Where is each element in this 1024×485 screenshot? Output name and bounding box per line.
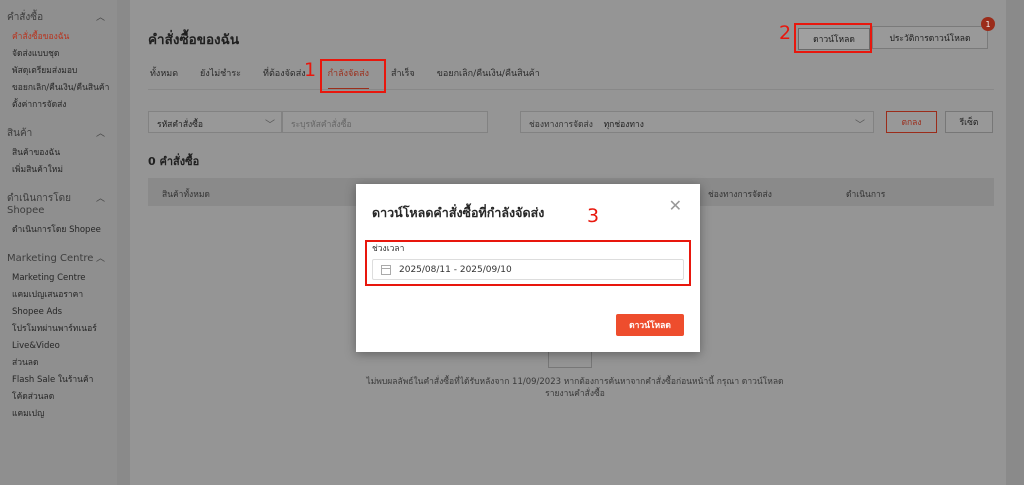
tabs-divider xyxy=(148,89,994,90)
sidebar-section-marketing: Marketing Centre ︿ Marketing Centre แคมเป… xyxy=(0,253,117,423)
annotation-number-2: 2 xyxy=(779,22,792,44)
sidebar-item-partner-promo[interactable]: โปรโมทผ่านพาร์ทเนอร์ xyxy=(0,321,117,338)
sidebar-section-products: สินค้า ︿ สินค้าของฉัน เพิ่มสินค้าใหม่ xyxy=(0,128,117,179)
sidebar-section-header[interactable]: สินค้า ︿ xyxy=(0,128,117,140)
sidebar-section-title: Marketing Centre xyxy=(7,253,94,264)
order-id-select[interactable]: รหัสคำสั่งซื้อ ﹀ xyxy=(148,111,282,133)
sidebar-item-my-orders[interactable]: คำสั่งซื้อของฉัน xyxy=(0,29,117,46)
sidebar-item-live-video[interactable]: Live&Video xyxy=(0,338,117,355)
sidebar-item-shipping-settings[interactable]: ตั้งค่าการจัดส่ง xyxy=(0,97,117,114)
order-id-select-label: รหัสคำสั่งซื้อ xyxy=(157,120,204,130)
sidebar-item-add-product[interactable]: เพิ่มสินค้าใหม่ xyxy=(0,162,117,179)
annotation-box-2 xyxy=(794,23,872,53)
shipping-channel-select[interactable]: ช่องทางการจัดส่ง ทุกช่องทาง ﹀ xyxy=(520,111,874,133)
tab-returns[interactable]: ขอยกเลิก/คืนเงิน/คืนสินค้า xyxy=(437,66,540,90)
sidebar: คำสั่งซื้อ ︿ คำสั่งซื้อของฉัน จัดส่งแบบชุ… xyxy=(0,0,117,485)
sidebar-item-discount[interactable]: ส่วนลด xyxy=(0,355,117,372)
order-id-input[interactable]: ระบุรหัสคำสั่งซื้อ xyxy=(282,111,488,133)
empty-state-text: ไม่พบผลลัพธ์ในคำสั่งซื้อที่ได้รับหลังจาก… xyxy=(366,377,784,399)
column-shipping: ช่องทางการจัดส่ง xyxy=(708,190,772,200)
annotation-number-1: 1 xyxy=(304,59,317,81)
chevron-down-icon: ﹀ xyxy=(855,120,865,131)
annotation-box-3 xyxy=(365,240,691,286)
download-history-button[interactable]: ประวัติการดาวน์โหลด xyxy=(872,26,988,49)
sidebar-item-shopee-ads[interactable]: Shopee Ads xyxy=(0,304,117,321)
chevron-down-icon: ﹀ xyxy=(265,120,275,131)
apply-filter-button[interactable]: ตกลง xyxy=(886,111,937,133)
tab-all[interactable]: ทั้งหมด xyxy=(150,66,178,90)
sidebar-section-title: ดำเนินการโดย Shopee xyxy=(7,193,71,216)
chevron-up-icon: ︿ xyxy=(95,129,105,139)
tab-to-ship[interactable]: ที่ต้องจัดส่ง xyxy=(263,66,306,90)
sidebar-section-header[interactable]: ดำเนินการโดย Shopee ︿ xyxy=(0,193,117,217)
tab-unpaid[interactable]: ยังไม่ชำระ xyxy=(200,66,241,90)
annotation-number-3: 3 xyxy=(587,205,600,227)
column-action: ดำเนินการ xyxy=(846,190,886,200)
sidebar-section-header[interactable]: Marketing Centre ︿ xyxy=(0,253,117,265)
sidebar-item-bidding-campaign[interactable]: แคมเปญเสนอราคา xyxy=(0,287,117,304)
column-products: สินค้าทั้งหมด xyxy=(162,190,210,200)
order-count: 0 คำสั่งซื้อ xyxy=(148,155,200,168)
sidebar-item-campaign[interactable]: แคมเปญ xyxy=(0,406,117,423)
modal-title: ดาวน์โหลดคำสั่งซื้อที่กำลังจัดส่ง xyxy=(372,205,545,220)
sidebar-section-title: คำสั่งซื้อ xyxy=(7,12,44,23)
annotation-box-1 xyxy=(320,59,386,93)
shipping-channel-label: ช่องทางการจัดส่ง xyxy=(529,120,593,130)
sidebar-item-mass-ship[interactable]: จัดส่งแบบชุด xyxy=(0,46,117,63)
shipping-channel-value: ทุกช่องทาง xyxy=(603,120,644,130)
reset-filter-button[interactable]: รีเซ็ต xyxy=(945,111,993,133)
tab-completed[interactable]: สำเร็จ xyxy=(391,66,415,90)
chevron-up-icon: ︿ xyxy=(95,254,105,264)
close-icon[interactable]: ✕ xyxy=(669,198,682,214)
chevron-up-icon: ︿ xyxy=(95,194,105,204)
sidebar-section-header[interactable]: คำสั่งซื้อ ︿ xyxy=(0,12,117,24)
notification-badge: 1 xyxy=(981,17,995,31)
chevron-up-icon: ︿ xyxy=(95,13,105,23)
sidebar-item-fbs[interactable]: ดำเนินการโดย Shopee xyxy=(0,222,117,239)
sidebar-item-my-products[interactable]: สินค้าของฉัน xyxy=(0,145,117,162)
sidebar-item-marketing-centre[interactable]: Marketing Centre xyxy=(0,270,117,287)
page-title: คำสั่งซื้อของฉัน xyxy=(148,32,240,48)
sidebar-section-orders: คำสั่งซื้อ ︿ คำสั่งซื้อของฉัน จัดส่งแบบชุ… xyxy=(0,12,117,114)
sidebar-item-handover[interactable]: พัสดุเตรียมส่งมอบ xyxy=(0,63,117,80)
sidebar-item-vouchers[interactable]: โค้ดส่วนลด xyxy=(0,389,117,406)
sidebar-item-flash-sale[interactable]: Flash Sale ในร้านค้า xyxy=(0,372,117,389)
sidebar-section-fbs: ดำเนินการโดย Shopee ︿ ดำเนินการโดย Shopee xyxy=(0,193,117,239)
sidebar-section-title: สินค้า xyxy=(7,128,33,139)
sidebar-item-returns[interactable]: ขอยกเลิก/คืนเงิน/คืนสินค้า xyxy=(0,80,117,97)
modal-download-button[interactable]: ดาวน์โหลด xyxy=(616,314,684,336)
